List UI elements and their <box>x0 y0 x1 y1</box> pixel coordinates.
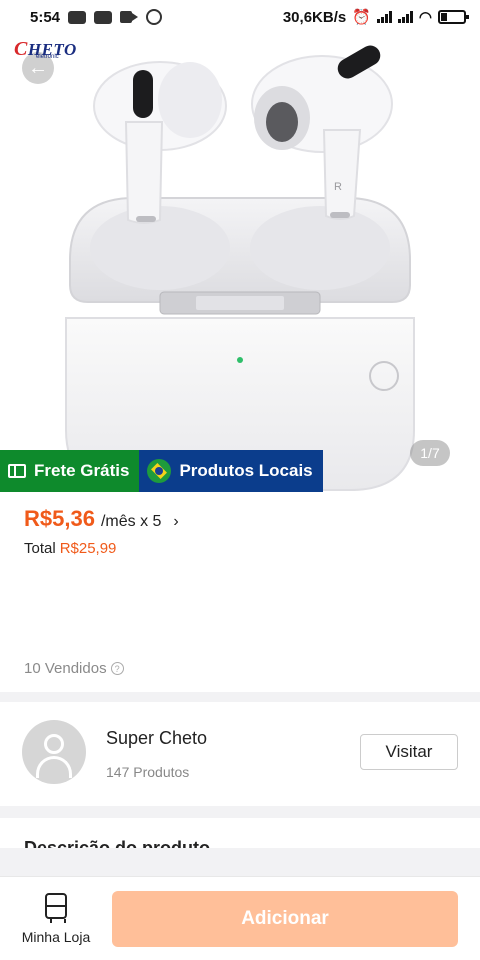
product-image-carousel[interactable]: R CHETO eletronic ← 1/7 <box>0 0 480 492</box>
brazil-flag-icon <box>147 459 172 483</box>
signal-icon <box>397 11 413 23</box>
price-section: R$5,36 /mês x 5 › Total R$25,99 10 Vendi… <box>0 492 480 692</box>
status-bar: 5:54 30,6KB/s ⏰ ◠ <box>0 0 480 34</box>
product-badges: Frete Grátis Produtos Locais <box>0 450 323 492</box>
installment-row[interactable]: R$5,36 /mês x 5 › <box>24 506 179 532</box>
video-icon <box>120 11 139 23</box>
visit-store-button[interactable]: Visitar <box>360 734 458 770</box>
svg-text:R: R <box>334 181 342 193</box>
total-row: Total R$25,99 <box>24 540 116 557</box>
section-divider <box>0 848 480 876</box>
store-product-count: 147 Produtos <box>106 764 190 780</box>
status-time: 5:54 <box>30 8 61 26</box>
total-label: Total <box>24 540 56 557</box>
store-avatar[interactable] <box>22 720 86 784</box>
installment-price: R$5,36 <box>24 506 95 531</box>
installment-terms: /mês x 5 <box>100 513 162 530</box>
truck-icon <box>8 464 26 478</box>
section-divider <box>0 806 480 818</box>
signal-icon <box>376 11 392 23</box>
store-logo: CHETO eletronic <box>14 38 77 60</box>
app-icon <box>94 10 113 24</box>
bottom-action-bar: Minha Loja Adicionar <box>0 876 480 960</box>
image-counter: 1/7 <box>410 440 450 466</box>
section-divider <box>0 692 480 702</box>
alarm-icon: ⏰ <box>352 9 371 26</box>
my-store-tab[interactable]: Minha Loja <box>14 893 98 949</box>
store-icon <box>45 893 67 923</box>
info-icon[interactable]: ? <box>110 662 124 675</box>
product-page: R CHETO eletronic ← 1/7 5:54 30,6KB/s ⏰ … <box>0 0 480 960</box>
description-title: Descrição do produto <box>24 838 211 848</box>
local-products-badge: Produtos Locais <box>139 450 323 492</box>
sold-count: 10 Vendidos ? <box>24 660 124 677</box>
total-value: R$25,99 <box>59 540 117 557</box>
chevron-right-icon: › <box>173 513 179 530</box>
free-shipping-badge: Frete Grátis <box>0 450 140 492</box>
description-section: Descrição do produto <box>0 818 480 848</box>
app-icon <box>68 10 87 24</box>
store-section: Super Cheto 147 Produtos Visitar <box>0 702 480 806</box>
store-name[interactable]: Super Cheto <box>106 728 207 749</box>
airpods-product-photo: R <box>65 45 415 491</box>
network-speed: 30,6KB/s <box>282 8 347 26</box>
add-to-cart-button[interactable]: Adicionar <box>112 891 458 947</box>
whatsapp-icon <box>146 9 163 25</box>
battery-icon <box>438 10 469 24</box>
wifi-icon: ◠ <box>418 9 432 26</box>
my-store-label: Minha Loja <box>21 929 91 945</box>
